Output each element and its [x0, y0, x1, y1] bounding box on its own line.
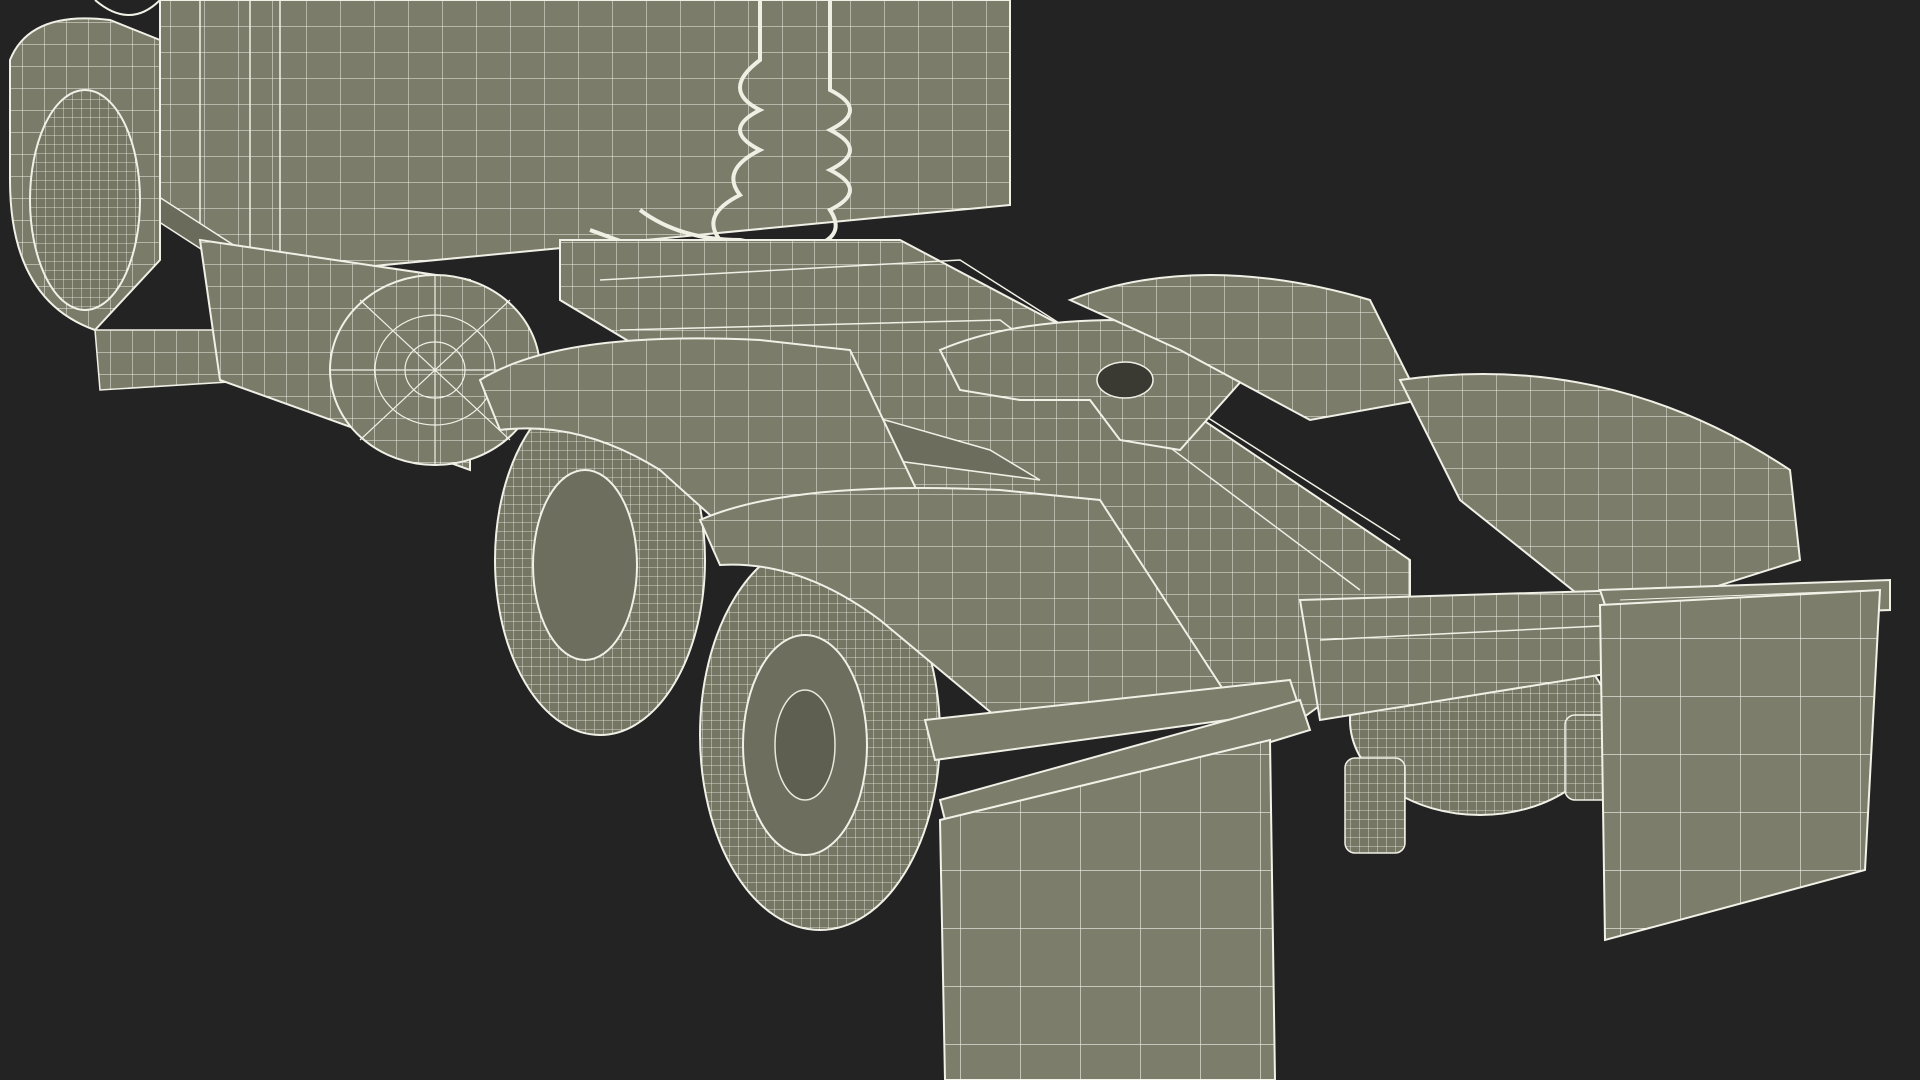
mudflap-right: [1598, 588, 1882, 942]
fuel-tank: [198, 238, 541, 472]
tail-light-left: [1344, 757, 1406, 854]
wireframe-render: [9, 0, 1891, 1080]
viewport-render: [0, 0, 1920, 1080]
